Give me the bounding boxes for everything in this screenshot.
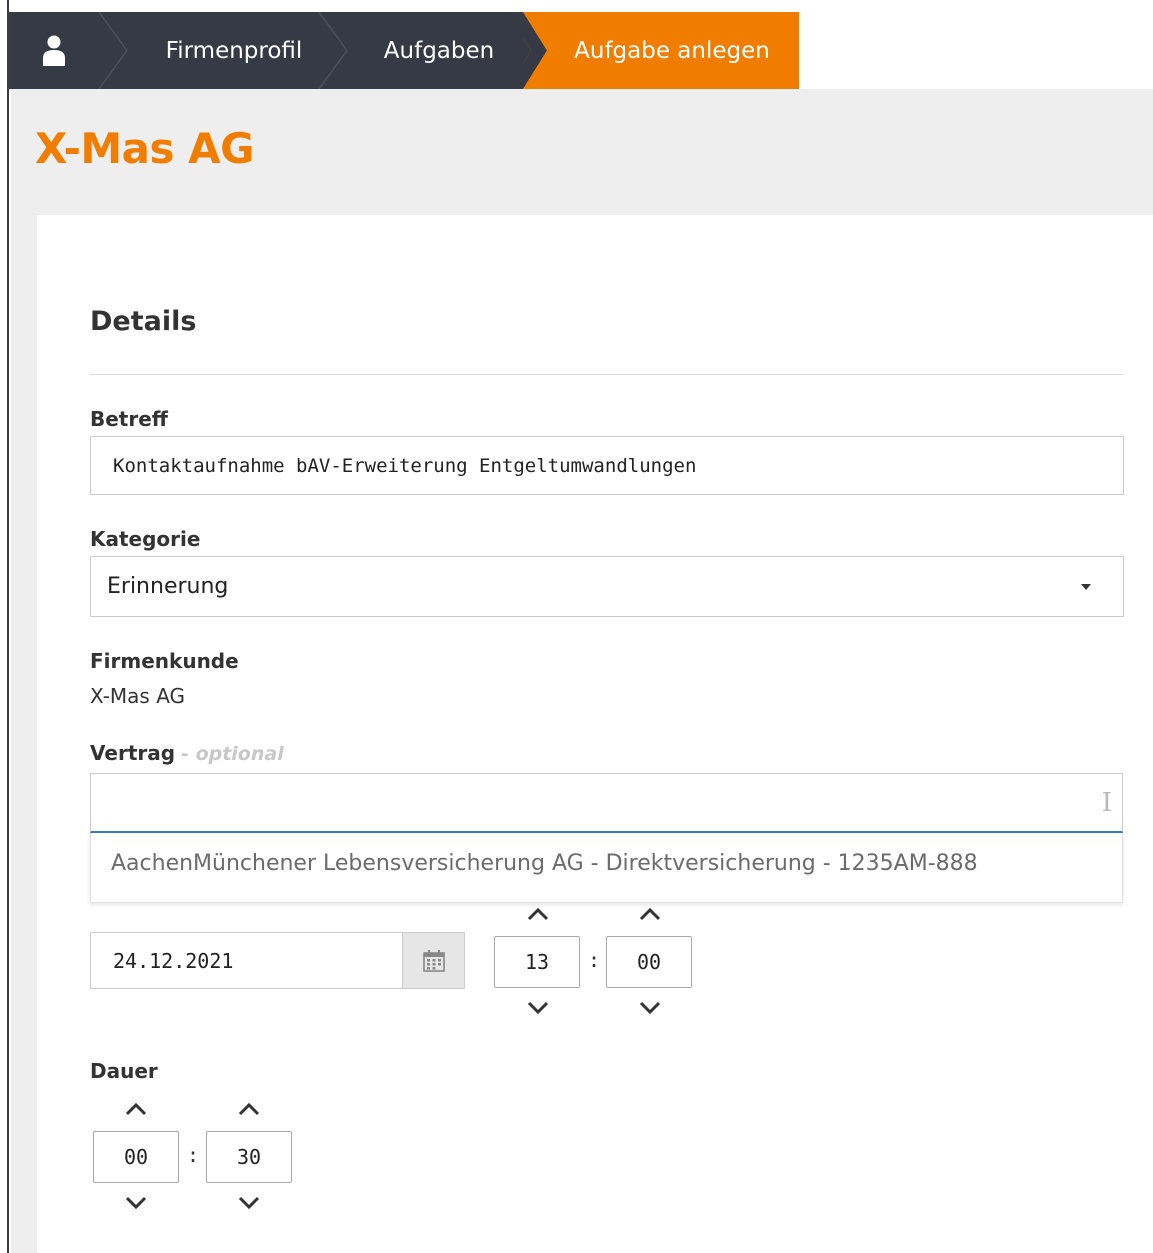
dauer-separator: : [187,1143,200,1167]
optional-hint: - optional [181,743,284,765]
hour-input[interactable]: 13 [494,936,580,988]
kategorie-select[interactable]: Erinnerung [90,556,1124,617]
breadcrumb: Firmenprofil Aufgaben Aufgabe anlegen [9,12,799,89]
vertrag-label-text: Vertrag [90,741,176,765]
dauer-minute-input[interactable]: 30 [206,1131,292,1183]
page-title: X-Mas AG [35,124,255,173]
details-card [37,215,1153,1253]
minute-down-button[interactable] [637,998,663,1018]
breadcrumb-separator-icon [318,12,348,89]
dauer-hour-input[interactable]: 00 [93,1131,179,1183]
calendar-icon [422,949,445,972]
firmenkunde-value: X-Mas AG [90,684,186,708]
date-value: 24.12.2021 [113,948,234,973]
breadcrumb-label: Firmenprofil [165,37,303,64]
dauer-label: Dauer [90,1059,158,1083]
dauer-minute-value: 30 [236,1145,262,1169]
chevron-down-icon [639,1001,661,1015]
vertrag-label: Vertrag - optional [90,741,284,765]
firmenkunde-label: Firmenkunde [90,649,239,673]
minute-value: 00 [636,950,662,974]
suggestion-item[interactable]: AachenMünchener Lebensversicherung AG - … [111,851,978,876]
breadcrumb-firmenprofil[interactable]: Firmenprofil [113,12,333,89]
dauer-minute-up-button[interactable] [236,1099,262,1119]
dauer-hour-up-button[interactable] [123,1099,149,1119]
chevron-down-icon [238,1196,260,1210]
betreff-input[interactable]: Kontaktaufnahme bAV-Erweiterung Entgeltu… [90,436,1124,495]
chevron-up-icon [125,1102,147,1116]
kategorie-value: Erinnerung [107,574,229,599]
hour-down-button[interactable] [525,998,551,1018]
breadcrumb-active-arrow-icon [507,12,547,89]
betreff-value: Kontaktaufnahme bAV-Erweiterung Entgeltu… [113,454,697,477]
date-input[interactable]: 24.12.2021 [90,932,403,989]
divider [90,374,1124,375]
breadcrumb-aufgaben[interactable]: Aufgaben [333,12,523,89]
hour-up-button[interactable] [525,904,551,924]
dauer-minute-down-button[interactable] [236,1193,262,1213]
chevron-up-icon [527,907,549,921]
minute-input[interactable]: 00 [606,936,692,988]
vertrag-suggestions: AachenMünchener Lebensversicherung AG - … [90,833,1123,903]
user-icon [43,35,65,66]
dauer-hour-down-button[interactable] [123,1193,149,1213]
breadcrumb-label: Aufgaben [383,37,495,64]
caret-down-icon [1081,584,1091,590]
breadcrumb-label: Aufgabe anlegen [574,37,770,64]
minute-up-button[interactable] [637,904,663,924]
time-separator: : [588,948,601,972]
window-edge [0,0,9,1253]
chevron-down-icon [527,1001,549,1015]
section-title: Details [90,306,197,337]
breadcrumb-separator-icon [98,12,128,89]
chevron-down-icon [125,1196,147,1210]
hour-value: 13 [524,950,550,974]
breadcrumb-aufgabe-anlegen: Aufgabe anlegen [523,12,799,89]
chevron-up-icon [238,1102,260,1116]
dauer-hour-value: 00 [123,1145,149,1169]
kategorie-label: Kategorie [90,527,201,551]
betreff-label: Betreff [90,407,168,431]
chevron-up-icon [639,907,661,921]
calendar-button[interactable] [402,932,465,989]
vertrag-input[interactable]: I [90,773,1123,833]
text-cursor-icon: I [1101,788,1112,818]
